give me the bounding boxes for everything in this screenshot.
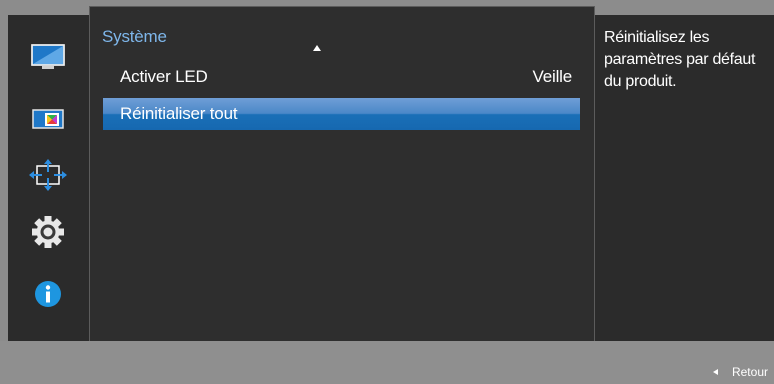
footer-bar bbox=[0, 341, 774, 384]
scroll-up-arrow-icon[interactable] bbox=[313, 45, 321, 51]
menu-item-label: Réinitialiser tout bbox=[120, 104, 238, 123]
menu-item-activer-led[interactable]: Activer LED Veille bbox=[103, 61, 580, 93]
color-icon[interactable] bbox=[25, 101, 71, 137]
system-menu-panel: Système Activer LED Veille Réinitialiser… bbox=[89, 6, 595, 347]
help-panel: Réinitialisez les paramètres par défaut … bbox=[595, 15, 774, 341]
menu-item-reinitialiser-tout[interactable]: Réinitialiser tout bbox=[103, 98, 580, 130]
back-label: Retour bbox=[731, 365, 768, 379]
system-settings-icon[interactable] bbox=[25, 214, 71, 250]
menu-title: Système bbox=[102, 27, 167, 46]
osd-frame: Système Activer LED Veille Réinitialiser… bbox=[0, 0, 774, 384]
size-position-icon[interactable] bbox=[25, 157, 71, 193]
category-rail bbox=[8, 15, 89, 341]
information-icon[interactable] bbox=[25, 276, 71, 312]
picture-icon[interactable] bbox=[25, 40, 71, 76]
back-button[interactable]: Retour bbox=[712, 365, 768, 379]
menu-item-label: Activer LED bbox=[120, 67, 208, 86]
left-arrow-icon bbox=[712, 369, 718, 375]
menu-item-value: Veille bbox=[532, 67, 573, 86]
help-description: Réinitialisez les paramètres par défaut … bbox=[604, 29, 756, 90]
